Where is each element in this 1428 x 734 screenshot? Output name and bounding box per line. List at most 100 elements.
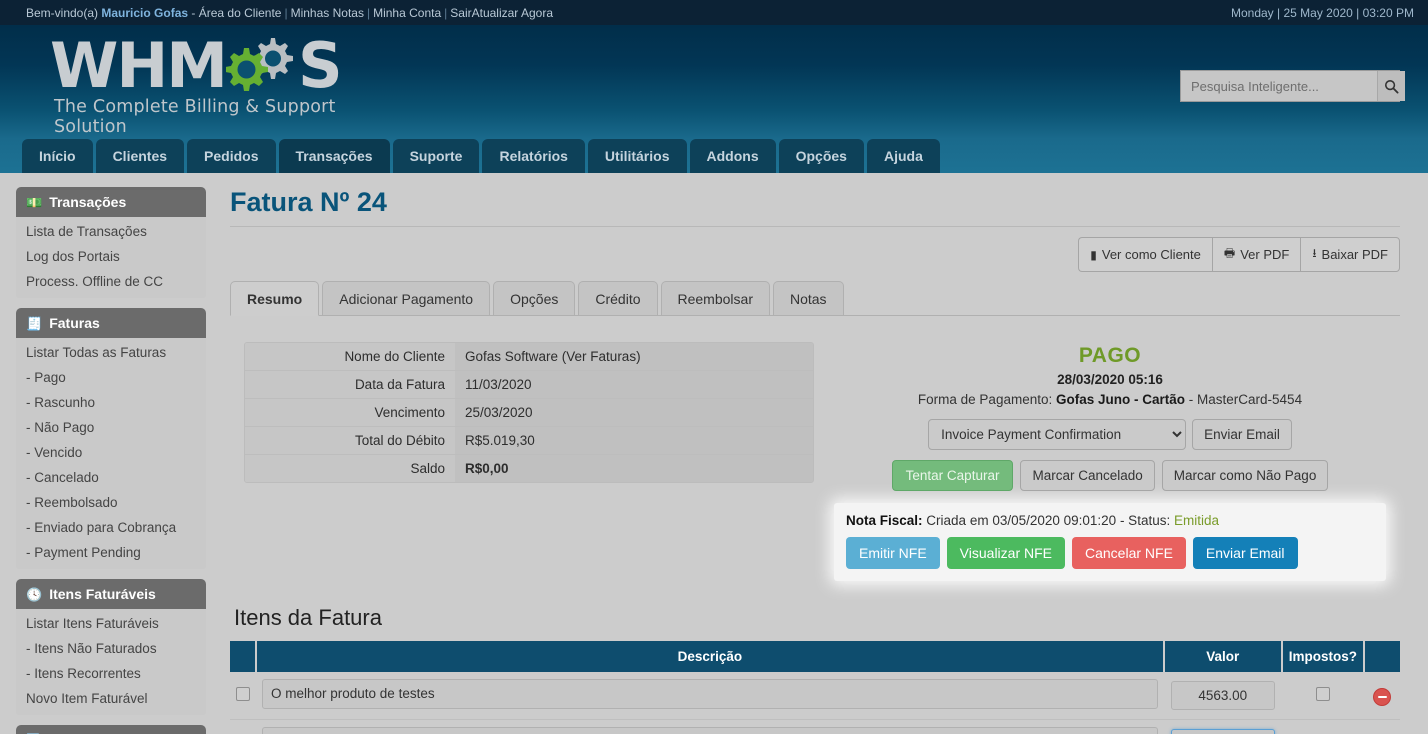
link-minhas-notas[interactable]: Minhas Notas [291, 6, 364, 20]
table-row: O melhor produto de testes [230, 672, 1400, 720]
detail-label: Vencimento [245, 398, 455, 427]
header-impostos: Impostos? [1281, 641, 1366, 672]
nfe-panel: Nota Fiscal: Criada em 03/05/2020 09:01:… [834, 503, 1386, 581]
sidebar-item-rascunho[interactable]: - Rascunho [16, 390, 206, 415]
detail-row: Total do Débito R$5.019,30 [245, 426, 813, 455]
sidebar-item-itens-n-o-faturados[interactable]: - Itens Não Faturados [16, 636, 206, 661]
email-template-select[interactable]: Invoice Payment Confirmation [928, 419, 1187, 450]
nav-tab-relat-rios[interactable]: Relatórios [482, 139, 585, 173]
detail-label: Data da Fatura [245, 370, 455, 399]
ver-pdf-button[interactable]: 🖶 Ver PDF [1211, 237, 1301, 272]
item-description-input[interactable]: O melhor produto de testes [262, 679, 1158, 709]
sidebar-panel-faturas: 🧾 Faturas Listar Todas as Faturas - Pago - R… [16, 308, 206, 569]
marcar-cancelado-button[interactable]: Marcar Cancelado [1020, 460, 1155, 491]
nfe-label: Nota Fiscal: [846, 513, 923, 528]
baixar-pdf-button[interactable]: ⭳ Baixar PDF [1300, 237, 1400, 272]
row-checkbox[interactable] [236, 687, 250, 701]
sidebar-item-itens-recorrentes[interactable]: - Itens Recorrentes [16, 661, 206, 686]
money-icon: 💵 [26, 194, 43, 210]
sidebar-panel-title: Itens Faturáveis [49, 586, 156, 602]
sidebar-item-payment-pending[interactable]: - Payment Pending [16, 540, 206, 565]
divider: | [284, 5, 288, 20]
detail-value[interactable]: Gofas Software (Ver Faturas) [455, 343, 813, 371]
item-amount-input[interactable] [1170, 729, 1275, 734]
ver-como-cliente-button[interactable]: ▮ Ver como Cliente [1078, 237, 1212, 272]
items-header-row: Descrição Valor Impostos? [230, 641, 1400, 672]
remove-item-icon[interactable] [1373, 687, 1391, 706]
table-row: Taxa de processamento [230, 719, 1400, 734]
sidebar-item-lista-de-transa-es[interactable]: Lista de Transações [16, 219, 206, 244]
nav-tab-clientes[interactable]: Clientes [95, 139, 185, 173]
detail-row: Vencimento 25/03/2020 [245, 398, 813, 427]
sidebar-item-listar-itens-fatur-veis[interactable]: Listar Itens Faturáveis [16, 611, 206, 636]
row-select-cell [230, 672, 256, 720]
sidebar-item-log-dos-portais[interactable]: Log dos Portais [16, 244, 206, 269]
visualizar-nfe-button[interactable]: Visualizar NFE [946, 537, 1065, 569]
sidebar-item-reembolsado[interactable]: - Reembolsado [16, 490, 206, 515]
welcome-prefix: Bem-vindo(a) [26, 5, 99, 20]
sidebar-item-novo-item-fatur-vel[interactable]: Novo Item Faturável [16, 686, 206, 711]
logo-text-s: S [297, 29, 343, 102]
sidebar-item-listar-todas-as-faturas[interactable]: Listar Todas as Faturas [16, 340, 206, 365]
sidebar-item-cancelado[interactable]: - Cancelado [16, 465, 206, 490]
nav-tab-pedidos[interactable]: Pedidos [187, 139, 276, 173]
tab-resumo[interactable]: Resumo [230, 281, 320, 316]
nav-tab-ajuda[interactable]: Ajuda [866, 139, 940, 173]
divider: | [366, 5, 371, 20]
item-description-input[interactable]: Taxa de processamento [262, 727, 1158, 734]
site-header: WHM S The Complete Billing & Support Sol… [0, 25, 1428, 139]
payment-card: - MasterCard-5454 [1188, 392, 1303, 407]
button-label: Ver como Cliente [1101, 247, 1201, 262]
link-sair-atualizar[interactable]: SairAtualizar Agora [450, 6, 553, 20]
tab-notas[interactable]: Notas [772, 281, 844, 315]
nfe-created-text: Criada em 03/05/2020 09:01:20 - Status: [926, 513, 1171, 528]
detail-label: Saldo [245, 454, 455, 482]
sidebar-item-process-offline-de-cc[interactable]: Process. Offline de CC [16, 269, 206, 294]
marcar-como-n-o-pago-button[interactable]: Marcar como Não Pago [1161, 460, 1329, 491]
link-area-do-cliente[interactable]: Área do Cliente [199, 6, 282, 20]
sidebar-item-vencido[interactable]: - Vencido [16, 440, 206, 465]
button-label: Baixar PDF [1321, 247, 1388, 262]
emitir-nfe-button[interactable]: Emitir NFE [846, 537, 940, 569]
billable-items-icon: 🕓 [26, 586, 43, 602]
nav-tab-transa-es[interactable]: Transações [278, 139, 390, 173]
nav-tab-suporte[interactable]: Suporte [392, 139, 480, 173]
sidebar-panel-or-amentos: 📝Orçamentos [16, 725, 206, 734]
items-table-body: O melhor produto de testes Taxa de proces… [230, 672, 1400, 734]
payment-method-label: Forma de Pagamento: [917, 392, 1053, 407]
sidebar-item-n-o-pago[interactable]: - Não Pago [16, 415, 206, 440]
enviar-email-button[interactable]: Enviar Email [1192, 537, 1298, 569]
top-utility-bar: Bem-vindo(a) Mauricio Gofas - Área do Cl… [0, 0, 1428, 25]
invoice-tabs: Resumo Adicionar Pagamento Opções Crédito Re… [230, 280, 1400, 316]
tab-adicionar-pagamento[interactable]: Adicionar Pagamento [322, 281, 491, 315]
gear-icon [224, 36, 298, 96]
nav-tab-in-cio[interactable]: Início [22, 139, 93, 173]
item-taxed-checkbox[interactable] [1315, 687, 1330, 701]
nfe-button-row: Emitir NFE Visualizar NFE Cancelar NFE Envi… [846, 537, 1374, 569]
tab-reembolsar[interactable]: Reembolsar [660, 281, 770, 315]
search-button[interactable] [1377, 71, 1405, 101]
tentar-capturar-button[interactable]: Tentar Capturar [891, 460, 1014, 491]
tab-op-es[interactable]: Opções [493, 281, 576, 315]
item-amount-input[interactable] [1170, 681, 1275, 710]
page-body: 💵 Transações Lista de Transações Log dos Po… [0, 173, 1428, 734]
nav-tab-addons[interactable]: Addons [689, 139, 776, 173]
welcome-area: Bem-vindo(a) Mauricio Gofas - Área do Cl… [26, 6, 553, 20]
sidebar-panel-body: Lista de Transações Log dos Portais Proces… [16, 217, 206, 298]
items-table-head: Descrição Valor Impostos? [230, 641, 1400, 672]
nav-tab-utilit-rios[interactable]: Utilitários [587, 139, 687, 173]
cancelar-nfe-button[interactable]: Cancelar NFE [1072, 537, 1186, 569]
smart-search[interactable] [1180, 70, 1405, 102]
sidebar-item-pago[interactable]: - Pago [16, 365, 206, 390]
whmcs-logo[interactable]: WHM S The Complete Billing & Support Sol… [50, 29, 350, 138]
tab-cr-dito[interactable]: Crédito [578, 281, 658, 315]
dash-separator: - [191, 5, 196, 20]
sidebar-item-enviado-para-cobran-a[interactable]: - Enviado para Cobrança [16, 515, 206, 540]
send-email-button[interactable]: Enviar Email [1192, 419, 1292, 450]
gear-icon-svg [224, 38, 293, 91]
logo-text-whm: WHM [50, 29, 228, 102]
nav-tab-op-es[interactable]: Opções [778, 139, 864, 173]
sidebar-panel-header: 🧾 Faturas [16, 308, 206, 338]
search-input[interactable] [1181, 71, 1377, 101]
link-minha-conta[interactable]: Minha Conta [373, 6, 441, 20]
